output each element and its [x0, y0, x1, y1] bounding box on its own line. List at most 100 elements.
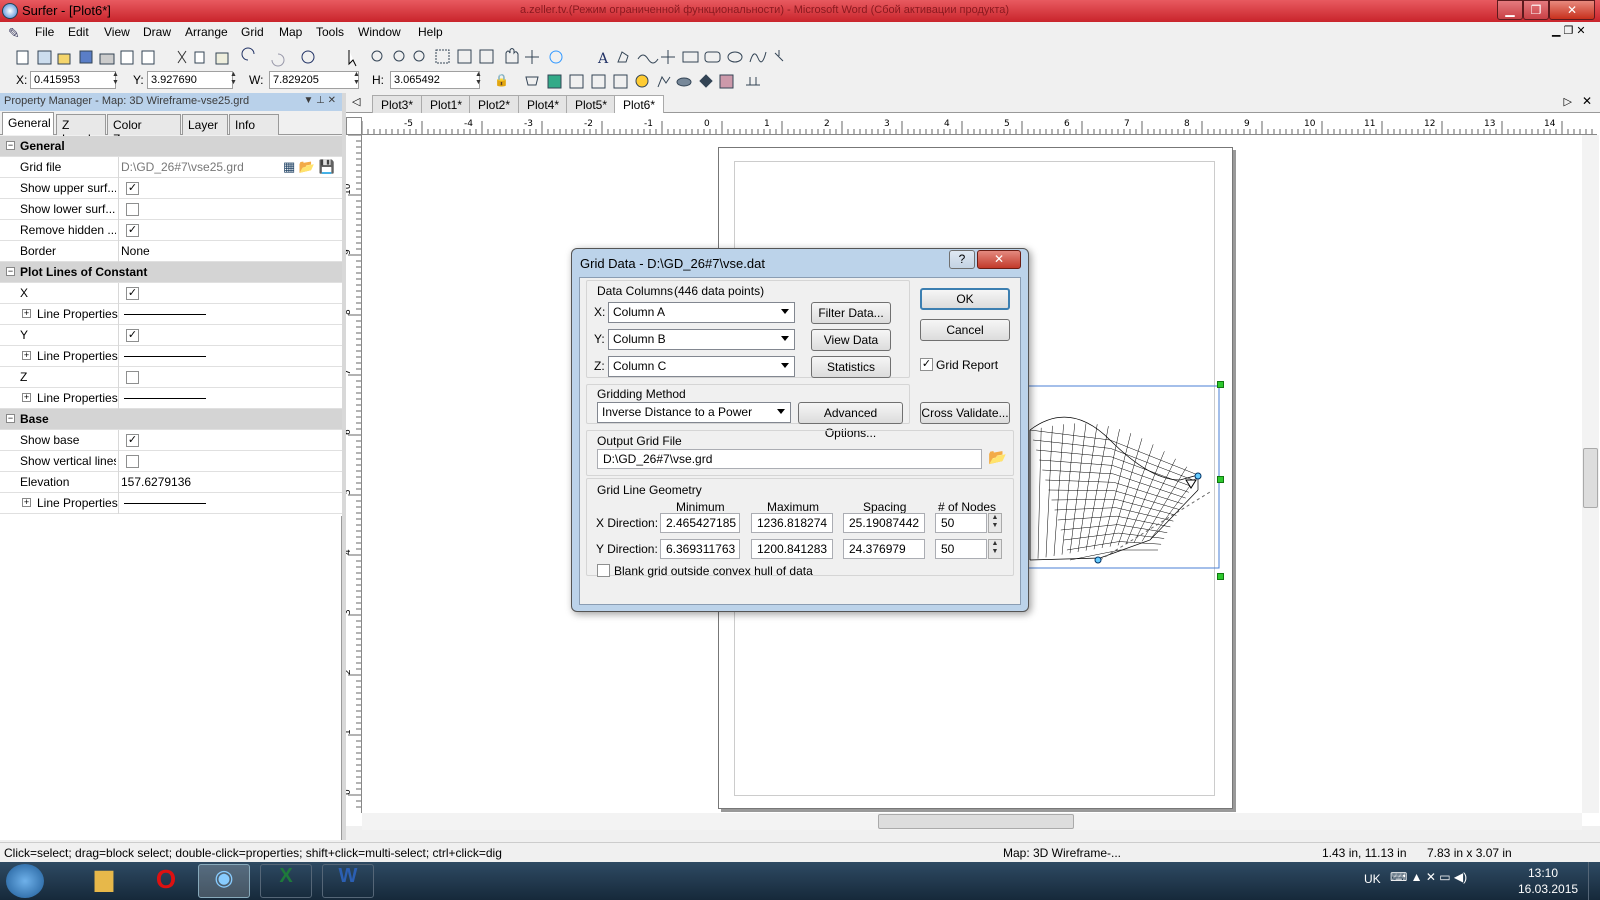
tab-color-zones[interactable]: Color Zones — [107, 114, 181, 146]
x-column-select[interactable]: Column A — [608, 302, 795, 323]
property-section[interactable]: − Plot Lines of Constant — [0, 262, 342, 283]
folder-open-icon[interactable]: 📂 — [988, 448, 1007, 466]
property-row[interactable]: + Line Properties — [0, 493, 342, 514]
selection-handle[interactable] — [1217, 573, 1224, 580]
collapse-icon[interactable]: − — [6, 267, 15, 276]
property-row[interactable]: Show lower surf... — [0, 199, 342, 220]
property-value[interactable]: D:\GD_26#7\vse25.grd — [121, 160, 244, 174]
property-checkbox[interactable]: ✓ — [126, 434, 139, 447]
document-tab[interactable]: Plot3* — [372, 95, 423, 113]
show-desktop-button[interactable] — [1588, 862, 1600, 900]
property-value[interactable]: 157.6279136 — [121, 475, 191, 489]
statistics-button[interactable]: Statistics — [811, 356, 891, 378]
close-document-icon[interactable]: ✕ — [1582, 94, 1592, 108]
property-row[interactable]: Z — [0, 367, 342, 388]
help-button[interactable]: ? — [949, 250, 975, 269]
w-field[interactable]: 7.829205 — [269, 71, 359, 89]
property-row[interactable]: Remove hidden ... ✓ — [0, 220, 342, 241]
minimize-button[interactable]: ▁ — [1497, 0, 1523, 20]
doc-icon[interactable]: ✎ — [8, 25, 20, 42]
property-row[interactable]: Grid file D:\GD_26#7\vse25.grd ▦ 📂 💾 — [0, 157, 342, 178]
property-value[interactable]: None — [121, 244, 150, 258]
menu-edit[interactable]: Edit — [68, 25, 89, 39]
cross-validate-button[interactable]: Cross Validate... — [920, 402, 1010, 424]
horizontal-scroll-thumb[interactable] — [878, 814, 1074, 829]
expand-icon[interactable]: + — [22, 309, 31, 318]
h-field[interactable]: 3.065492 — [390, 71, 480, 89]
grid-report-checkbox[interactable]: ✓ — [920, 358, 933, 371]
x-field[interactable]: 0.415953 — [30, 71, 116, 89]
language-indicator[interactable]: UK — [1364, 872, 1381, 886]
blank-grid-checkbox[interactable] — [597, 564, 610, 577]
tab-layer[interactable]: Layer — [182, 114, 228, 135]
opera-taskbar-icon[interactable]: O — [140, 864, 192, 898]
tab-scroll-right-icon[interactable]: ▷ — [1564, 95, 1572, 108]
property-checkbox[interactable]: ✓ — [126, 224, 139, 237]
menu-grid[interactable]: Grid — [241, 25, 264, 39]
x-spacing-field[interactable]: 25.19087442 — [843, 513, 925, 533]
menu-draw[interactable]: Draw — [143, 25, 171, 39]
map-tools-icons[interactable] — [522, 71, 782, 91]
property-checkbox[interactable] — [126, 371, 139, 384]
expand-icon[interactable]: + — [22, 351, 31, 360]
y-maximum-field[interactable]: 1200.841283 — [751, 539, 833, 559]
property-row[interactable]: Show vertical lines — [0, 451, 342, 472]
y-column-select[interactable]: Column B — [608, 329, 795, 350]
document-tab[interactable]: Plot1* — [421, 95, 472, 113]
dialog-close-button[interactable]: ✕ — [977, 250, 1021, 269]
x-nodes-spinner[interactable]: ▲ ▼ — [988, 513, 1002, 533]
y-minimum-field[interactable]: 6.369311763 — [660, 539, 740, 559]
property-checkbox[interactable]: ✓ — [126, 287, 139, 300]
property-row[interactable]: Border None — [0, 241, 342, 262]
menu-view[interactable]: View — [104, 25, 130, 39]
gridding-method-select[interactable]: Inverse Distance to a Power — [597, 402, 791, 423]
close-button[interactable]: ✕ — [1549, 0, 1595, 20]
property-checkbox[interactable] — [126, 455, 139, 468]
clock-date[interactable]: 16.03.2015 — [1518, 882, 1578, 896]
x-spinner[interactable]: ▲ ▼ — [110, 71, 121, 89]
excel-taskbar-icon[interactable]: X — [260, 864, 312, 898]
menu-map[interactable]: Map — [279, 25, 302, 39]
surfer-taskbar-icon[interactable]: ◉ — [198, 864, 250, 898]
tab-info[interactable]: Info — [229, 114, 279, 135]
property-row[interactable]: + Line Properties — [0, 346, 342, 367]
menu-help[interactable]: Help — [418, 25, 443, 39]
document-tab[interactable]: Plot4* — [518, 95, 569, 113]
y-spacing-field[interactable]: 24.376979 — [843, 539, 925, 559]
property-section[interactable]: − Base — [0, 409, 342, 430]
collapse-icon[interactable]: − — [6, 414, 15, 423]
cancel-button[interactable]: Cancel — [920, 319, 1010, 341]
property-checkbox[interactable] — [126, 203, 139, 216]
z-column-select[interactable]: Column C — [608, 356, 795, 377]
filter-data-button[interactable]: Filter Data... — [811, 302, 891, 324]
w-spinner[interactable]: ▲ ▼ — [351, 71, 362, 89]
y-field[interactable]: 3.927690 — [147, 71, 233, 89]
view-data-button[interactable]: View Data — [811, 329, 891, 351]
tab-general[interactable]: General — [2, 112, 54, 135]
start-button[interactable] — [6, 864, 44, 898]
toolbar-icons[interactable]: A — [0, 45, 820, 69]
advanced-options-button[interactable]: Advanced Options... — [798, 402, 903, 440]
word-taskbar-icon[interactable]: W — [322, 864, 374, 898]
document-tab[interactable]: Plot2* — [469, 95, 520, 113]
y-nodes-field[interactable]: 50 — [935, 539, 987, 559]
expand-icon[interactable]: + — [22, 393, 31, 402]
horizontal-scrollbar[interactable] — [362, 813, 1582, 830]
grid-file-buttons[interactable]: ▦ 📂 💾 — [283, 159, 335, 175]
expand-icon[interactable]: + — [22, 498, 31, 507]
x-nodes-field[interactable]: 50 — [935, 513, 987, 533]
property-row[interactable]: Elevation 157.6279136 — [0, 472, 342, 493]
property-row[interactable]: + Line Properties — [0, 304, 342, 325]
property-row[interactable]: Show upper surf... ✓ — [0, 178, 342, 199]
tab-scroll-left-icon[interactable]: ◁ — [352, 95, 360, 108]
menu-tools[interactable]: Tools — [316, 25, 344, 39]
property-checkbox[interactable]: ✓ — [126, 182, 139, 195]
h-spinner[interactable]: ▲ ▼ — [473, 71, 484, 89]
surfer-app-icon[interactable] — [2, 3, 18, 19]
property-checkbox[interactable]: ✓ — [126, 329, 139, 342]
mdi-window-controls[interactable]: ▁ ❐ ✕ — [1552, 24, 1586, 37]
menu-arrange[interactable]: Arrange — [185, 25, 228, 39]
x-minimum-field[interactable]: 2.465427185 — [660, 513, 740, 533]
tray-icons[interactable]: ⌨ ▲ ✕ ▭ ◀) — [1390, 870, 1467, 884]
property-row[interactable]: Show base ✓ — [0, 430, 342, 451]
